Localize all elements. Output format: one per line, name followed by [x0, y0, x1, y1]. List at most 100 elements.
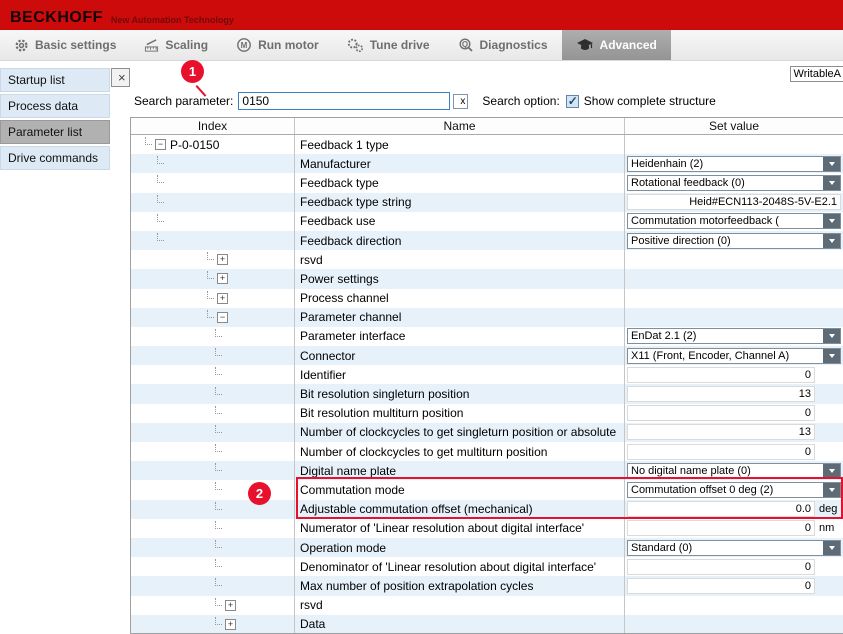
annotation-highlight-rect — [296, 477, 843, 519]
tree-connector — [215, 367, 222, 375]
table-row: − Parameter channel — [131, 308, 843, 327]
index-cell — [131, 519, 295, 538]
tree-expander[interactable]: + — [217, 293, 228, 304]
tree-connector — [215, 406, 222, 414]
value-field[interactable]: 13 — [627, 386, 815, 402]
dropdown-arrow-icon[interactable] — [823, 234, 840, 248]
set-value-cell: 0 nm — [625, 519, 843, 538]
tree-expander[interactable]: + — [217, 254, 228, 265]
value-field[interactable]: 13 — [627, 424, 815, 440]
index-cell: − P-0-0150 — [131, 135, 295, 154]
tab-label: Basic settings — [35, 38, 116, 52]
value-field[interactable]: 0 — [627, 405, 815, 421]
parameter-name: Denominator of 'Linear resolution about … — [295, 557, 625, 576]
tree-connector — [207, 291, 214, 299]
tree-connector — [157, 195, 164, 203]
value-field[interactable]: Positive direction (0) — [627, 233, 841, 249]
dropdown-arrow-icon[interactable] — [823, 349, 840, 363]
tree-expander[interactable]: + — [225, 600, 236, 611]
tree-connector — [215, 502, 222, 510]
value-field[interactable]: Rotational feedback (0) — [627, 175, 841, 191]
tab-tune-drive[interactable]: Tune drive — [333, 30, 444, 60]
table-row: Number of clockcycles to get singleturn … — [131, 423, 843, 442]
tab-advanced[interactable]: Advanced — [562, 30, 671, 60]
tree-connector — [215, 425, 222, 433]
value-field[interactable]: 0 — [627, 444, 815, 460]
value-field[interactable]: 0 — [627, 520, 815, 536]
tab-scaling[interactable]: Scaling — [130, 30, 222, 60]
value-text: No digital name plate (0) — [631, 465, 751, 477]
sidebar-item-startup-list[interactable]: Startup list — [0, 68, 110, 92]
value-wrap: 0 — [627, 444, 841, 460]
dropdown-arrow-icon[interactable] — [823, 329, 840, 343]
tree-connector — [157, 156, 164, 164]
toolbar: Basic settings Scaling M Run motor Tune … — [0, 30, 843, 61]
dropdown-arrow-icon[interactable] — [823, 176, 840, 190]
tab-basic-settings[interactable]: Basic settings — [0, 30, 130, 60]
index-cell — [131, 154, 295, 173]
tree-expander[interactable]: − — [217, 312, 228, 323]
value-text: EnDat 2.1 (2) — [631, 330, 696, 342]
dropdown-arrow-icon[interactable] — [823, 157, 840, 171]
search-input[interactable] — [238, 92, 450, 110]
clear-search-button[interactable]: x — [453, 94, 468, 109]
tree-connector — [215, 559, 222, 567]
table-row: Denominator of 'Linear resolution about … — [131, 557, 843, 576]
parameter-name: rsvd — [295, 596, 625, 615]
tree-expander[interactable]: − — [155, 139, 166, 150]
parameter-name: Manufacturer — [295, 154, 625, 173]
set-value-cell — [625, 596, 843, 615]
value-text: Standard (0) — [631, 542, 692, 554]
value-wrap: 13 — [627, 424, 841, 440]
value-field[interactable]: Commutation motorfeedback ( — [627, 213, 841, 229]
index-cell — [131, 500, 295, 519]
parameter-name: Bit resolution singleturn position — [295, 384, 625, 403]
tree-expander[interactable]: + — [217, 273, 228, 284]
index-cell — [131, 384, 295, 403]
value-field[interactable]: X11 (Front, Encoder, Channel A) — [627, 348, 841, 364]
value-field[interactable]: 0 — [627, 578, 815, 594]
dropdown-arrow-icon[interactable] — [823, 214, 840, 228]
index-cell — [131, 231, 295, 250]
sidebar-item-parameter-list[interactable]: Parameter list — [0, 120, 110, 144]
value-field[interactable]: Heidenhain (2) — [627, 156, 841, 172]
sidebar-item-process-data[interactable]: Process data — [0, 94, 110, 118]
parameter-name: Max number of position extrapolation cyc… — [295, 576, 625, 595]
tree-expander[interactable]: + — [225, 619, 236, 630]
dropdown-arrow-icon[interactable] — [823, 464, 840, 478]
value-text: 13 — [799, 388, 811, 400]
show-complete-structure-label[interactable]: Show complete structure — [584, 94, 716, 108]
index-cell: + — [131, 289, 295, 308]
tab-label: Advanced — [600, 38, 657, 52]
set-value-cell: Commutation motorfeedback ( — [625, 212, 843, 231]
parameter-name: Data — [295, 615, 625, 634]
tree-connector — [215, 387, 222, 395]
value-field[interactable]: Heid#ECN113-2048S-5V-E2.1 — [627, 194, 841, 210]
value-field[interactable]: 0 — [627, 559, 815, 575]
parameter-list-panel: × WritableA Search parameter: x Search o… — [110, 61, 843, 634]
table-header: Index Name Set value — [131, 118, 843, 135]
tab-label: Diagnostics — [480, 38, 548, 52]
dropdown-arrow-icon[interactable] — [823, 541, 840, 555]
show-complete-structure-checkbox[interactable] — [566, 95, 579, 108]
tab-run-motor[interactable]: M Run motor — [222, 30, 333, 60]
value-field[interactable]: EnDat 2.1 (2) — [627, 328, 841, 344]
index-cell — [131, 557, 295, 576]
index-cell — [131, 538, 295, 557]
parameter-name: Number of clockcycles to get multiturn p… — [295, 442, 625, 461]
value-field[interactable]: Standard (0) — [627, 540, 841, 556]
search-option-label: Search option: — [482, 94, 559, 108]
set-value-cell: 13 — [625, 423, 843, 442]
tree-connector — [215, 598, 222, 606]
tab-diagnostics[interactable]: Q Diagnostics — [444, 30, 562, 60]
parameter-name: Number of clockcycles to get singleturn … — [295, 423, 625, 442]
value-wrap: Heid#ECN113-2048S-5V-E2.1 — [627, 194, 841, 210]
table-row: Parameter interface EnDat 2.1 (2) — [131, 327, 843, 346]
close-button[interactable]: × — [111, 68, 130, 87]
set-value-cell: X11 (Front, Encoder, Channel A) — [625, 346, 843, 365]
value-wrap: X11 (Front, Encoder, Channel A) — [627, 348, 841, 364]
value-text: 0 — [805, 407, 811, 419]
sidebar-item-drive-commands[interactable]: Drive commands — [0, 146, 110, 170]
value-field[interactable]: 0 — [627, 367, 815, 383]
tree-connector — [157, 175, 164, 183]
